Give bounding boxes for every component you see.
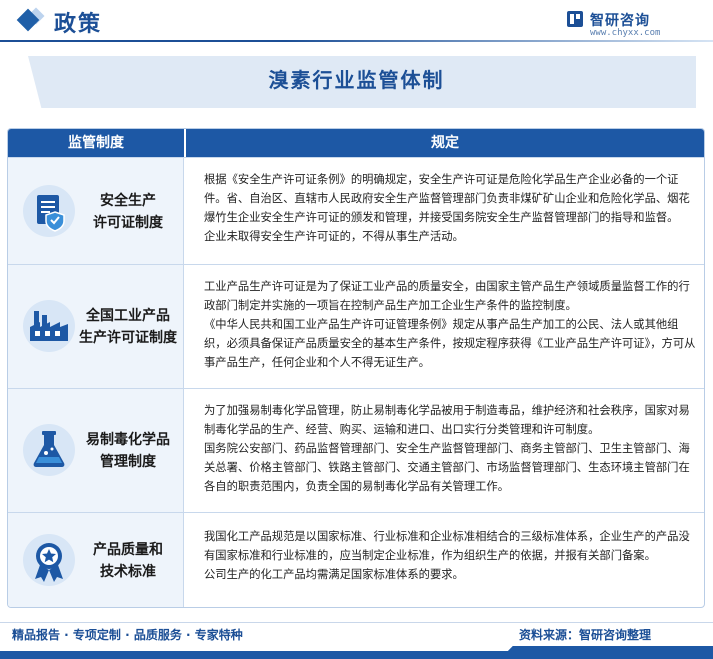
paragraph: 《中华人民共和国工业产品生产许可证管理条例》规定从事产品生产加工的公民、法人或其… — [204, 318, 696, 369]
row-title-line1: 产品质量和 — [93, 542, 163, 558]
row-description: 工业产品生产许可证是为了保证工业产品的质量安全，由国家主管产品生产领域质量监督工… — [204, 277, 696, 372]
row-title-line2: 技术标准 — [100, 564, 156, 580]
paragraph: 我国化工产品规范是以国家标准、行业标准和企业标准相结合的三级标准体系，企业生产的… — [204, 530, 690, 562]
footer-source: 资料来源：智研咨询整理 — [518, 628, 651, 642]
row-title-line2: 生产许可证制度 — [79, 330, 177, 346]
paragraph: 工业产品生产许可证是为了保证工业产品的质量安全，由国家主管产品生产领域质量监督工… — [204, 280, 690, 312]
row-description: 根据《安全生产许可证条例》的明确规定，安全生产许可证是危险化学品生产企业必备的一… — [204, 170, 696, 246]
footer-tagline: 精品报告 · 专项定制 · 品质服务 · 专家特种 — [12, 628, 243, 642]
row-label-cell: 产品质量和 技术标准 — [8, 513, 184, 607]
table-row: 全国工业产品 生产许可证制度 工业产品生产许可证是为了保证工业产品的质量安全，由… — [8, 264, 704, 388]
row-title: 易制毒化学品 管理制度 — [72, 429, 184, 473]
flask-icon — [22, 423, 76, 477]
table-row: 产品质量和 技术标准 我国化工产品规范是以国家标准、行业标准和企业标准相结合的三… — [8, 512, 704, 607]
row-title-line1: 全国工业产品 — [86, 308, 170, 324]
row-title: 产品质量和 技术标准 — [72, 539, 184, 583]
row-title-line1: 易制毒化学品 — [86, 432, 170, 448]
brand-logo: 智研咨询 www.chyxx.com — [566, 8, 706, 40]
table-row: 安全生产 许可证制度 根据《安全生产许可证条例》的明确规定，安全生产许可证是危险… — [8, 157, 704, 264]
page-header: 政策 智研咨询 www.chyxx.com — [0, 0, 713, 46]
row-title-line1: 安全生产 — [100, 193, 156, 209]
paragraph: 根据《安全生产许可证条例》的明确规定，安全生产许可证是危险化学品生产企业必备的一… — [204, 173, 690, 224]
banner-title: 溴素行业监管体制 — [268, 68, 445, 92]
logo-url: www.chyxx.com — [590, 28, 661, 38]
shield-document-icon — [22, 184, 76, 238]
header-divider — [0, 40, 713, 42]
paragraph: 为了加强易制毒化学品管理，防止易制毒化学品被用于制造毒品，维护经济和社会秩序，国… — [204, 404, 690, 436]
row-title-line2: 管理制度 — [100, 454, 156, 470]
col-header-system: 监管制度 — [8, 129, 184, 157]
factory-icon — [22, 299, 76, 353]
section-title: 政策 — [54, 11, 103, 37]
row-title-line2: 许可证制度 — [93, 215, 163, 231]
row-description: 为了加强易制毒化学品管理，防止易制毒化学品被用于制造毒品，维护经济和社会秩序，国… — [204, 401, 696, 496]
footer-accent — [500, 646, 713, 659]
col-header-rules: 规定 — [184, 129, 704, 157]
table-row: 易制毒化学品 管理制度 为了加强易制毒化学品管理，防止易制毒化学品被用于制造毒品… — [8, 388, 704, 512]
award-medal-icon — [22, 533, 76, 587]
paragraph: 企业未取得安全生产许可证的，不得从事生产活动。 — [204, 230, 464, 243]
logo-name: 智研咨询 — [590, 13, 650, 29]
row-title: 全国工业产品 生产许可证制度 — [72, 305, 184, 349]
footer-divider — [0, 622, 713, 623]
paragraph: 公司生产的化工产品均需满足国家标准体系的要求。 — [204, 568, 464, 581]
row-label-cell: 全国工业产品 生产许可证制度 — [8, 265, 184, 388]
logo-icon — [567, 11, 583, 27]
row-title: 安全生产 许可证制度 — [72, 190, 184, 234]
header-separator — [184, 129, 186, 157]
row-label-cell: 易制毒化学品 管理制度 — [8, 389, 184, 512]
paragraph: 国务院公安部门、药品监督管理部门、安全生产监督管理部门、商务主管部门、卫生主管部… — [204, 442, 690, 493]
row-label-cell: 安全生产 许可证制度 — [8, 158, 184, 264]
regulation-table: 监管制度 规定 安全生产 许可证制度 根据《安全生产许可证条例》的明确规定，安全… — [7, 128, 705, 608]
row-description: 我国化工产品规范是以国家标准、行业标准和企业标准相结合的三级标准体系，企业生产的… — [204, 527, 696, 584]
